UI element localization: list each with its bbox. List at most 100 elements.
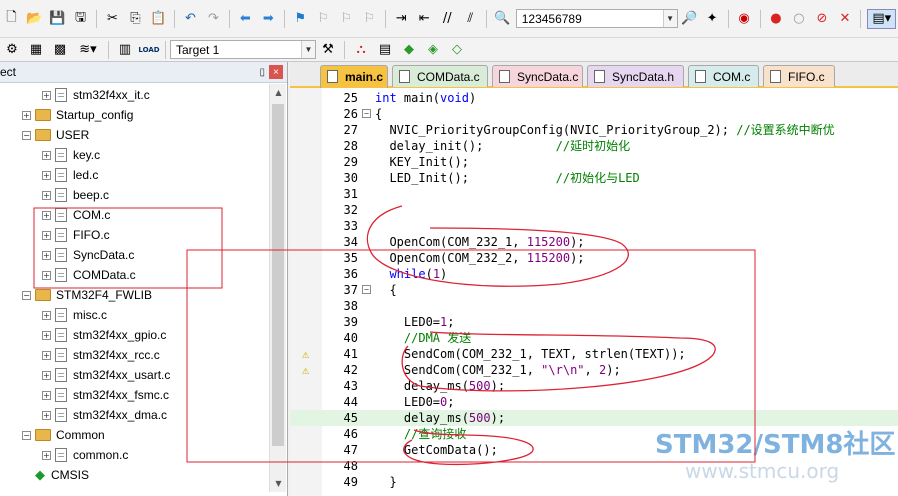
expand-toggle-icon[interactable]: + [42,390,51,400]
code-line[interactable]: 44 LED0=0; [290,394,898,410]
expand-toggle-icon[interactable]: + [42,150,51,160]
code-line[interactable]: 26−{ [290,106,898,122]
tree-item[interactable]: + COM.c [42,205,110,225]
tree-item[interactable]: + stm32f4xx_usart.c [42,365,170,385]
code-line[interactable]: 45 delay_ms(500); [290,410,898,426]
tree-item[interactable]: + stm32f4xx_it.c [42,85,150,105]
indent-icon[interactable]: ⇥ [392,9,411,29]
find-icon[interactable]: 🔎 [680,9,699,29]
load-icon[interactable]: LOAD [138,40,159,60]
window-layout-icon[interactable]: ▤▾ [867,8,897,29]
tree-item[interactable]: + stm32f4xx_gpio.c [42,325,166,345]
tree-item[interactable]: + key.c [42,145,100,165]
manage-runtime-icon[interactable]: ◇ [447,40,467,60]
code-line[interactable]: 38 [290,298,898,314]
paste-icon[interactable]: 📋 [149,9,168,29]
expand-toggle-icon[interactable]: + [42,170,51,180]
expand-toggle-icon[interactable]: + [42,90,51,100]
comment-icon[interactable]: // [438,9,457,29]
pack-installer-icon[interactable]: ◆ [399,40,419,60]
expand-toggle-icon[interactable]: + [42,270,51,280]
back-icon[interactable]: ⬅ [236,9,255,29]
expand-toggle-icon[interactable]: − [22,290,31,300]
build-icon[interactable]: ▦ [26,40,46,60]
fold-toggle-icon[interactable]: − [362,285,371,294]
breakpoint-icon[interactable]: ● [766,9,785,29]
tree-item[interactable]: + FIFO.c [42,225,110,245]
code-line[interactable]: 28 delay_init(); //延时初始化 [290,138,898,154]
find-in-files-icon[interactable]: 🔍 [493,9,512,29]
tree-item[interactable]: + stm32f4xx_fsmc.c [42,385,169,405]
editor-tab[interactable]: SyncData.h [587,65,684,87]
bookmark-icon[interactable]: ⚑ [291,9,310,29]
select-packs-icon[interactable]: ◈ [423,40,443,60]
chevron-down-icon[interactable]: ▼ [662,10,677,27]
manage-project-icon[interactable]: ⛬ [351,40,371,60]
editor-tab[interactable]: main.c [320,65,388,88]
expand-toggle-icon[interactable]: + [42,350,51,360]
code-line[interactable]: 25 int main(void) [290,90,898,106]
open-folder-icon[interactable]: 📂 [25,9,44,29]
chevron-down-icon[interactable]: ▼ [301,41,315,58]
incremental-find-icon[interactable]: ✦ [703,9,722,29]
tree-item[interactable]: ◆ CMSIS [22,465,89,485]
code-line[interactable]: 27 NVIC_PriorityGroupConfig(NVIC_Priorit… [290,122,898,138]
scroll-up-icon[interactable]: ▲ [270,84,287,101]
code-line[interactable]: ⚠ 41 SendCom(COM_232_1, TEXT, strlen(TEXT… [290,346,898,362]
code-line[interactable]: 35 OpenCom(COM_232_2, 115200); [290,250,898,266]
tree-item[interactable]: + led.c [42,165,98,185]
expand-toggle-icon[interactable]: − [22,130,31,140]
clear-bookmarks-icon[interactable]: ⚐ [360,9,379,29]
clear-breakpoints-icon[interactable]: ✕ [835,9,854,29]
batch-build-icon[interactable]: ≋▾ [74,40,102,60]
disable-breakpoint-icon[interactable]: ○ [789,9,808,29]
debug-icon[interactable]: ◉ [735,9,754,29]
project-scrollbar[interactable]: ▲ ▼ [269,84,286,492]
target-options-icon[interactable]: ⚒ [318,40,338,60]
code-line[interactable]: 36 while(1) [290,266,898,282]
expand-toggle-icon[interactable]: + [42,310,51,320]
tree-item[interactable]: + common.c [42,445,128,465]
expand-toggle-icon[interactable]: + [42,450,51,460]
cut-icon[interactable]: ✂ [103,9,122,29]
code-line[interactable]: 39 LED0=1; [290,314,898,330]
tree-item[interactable]: + beep.c [42,185,109,205]
target-combo[interactable]: Target 1 ▼ [170,40,316,59]
new-file-icon[interactable]: 🗋 [2,9,21,29]
tree-item[interactable]: + Startup_config [22,105,133,125]
tree-item[interactable]: + stm32f4xx_dma.c [42,405,167,425]
scroll-down-icon[interactable]: ▼ [270,475,287,492]
editor-tab[interactable]: FIFO.c [763,65,835,87]
expand-toggle-icon[interactable]: + [42,330,51,340]
translate-icon[interactable]: ⚙ [2,40,22,60]
save-all-icon[interactable]: 🖫 [71,9,90,29]
code-line[interactable]: 30 LED_Init(); //初始化与LED [290,170,898,186]
next-bookmark-icon[interactable]: ⚐ [337,9,356,29]
tree-item[interactable]: + misc.c [42,305,107,325]
tree-item[interactable]: − Common [22,425,105,445]
stop-build-icon[interactable]: ▥ [115,40,135,60]
uncomment-icon[interactable]: ⫽ [461,9,480,29]
tree-item[interactable]: + COMData.c [42,265,136,285]
expand-toggle-icon[interactable]: − [22,430,31,440]
expand-toggle-icon[interactable]: + [42,190,51,200]
fold-toggle-icon[interactable]: − [362,109,371,118]
expand-toggle-icon[interactable]: + [42,410,51,420]
code-line[interactable]: 43 delay_ms(500); [290,378,898,394]
file-extensions-icon[interactable]: ▤ [375,40,395,60]
expand-toggle-icon[interactable]: + [42,250,51,260]
tree-item[interactable]: − USER [22,125,89,145]
prev-bookmark-icon[interactable]: ⚐ [314,9,333,29]
expand-toggle-icon[interactable]: + [22,110,31,120]
expand-toggle-icon[interactable]: + [42,230,51,240]
code-line[interactable]: 29 KEY_Init(); [290,154,898,170]
editor-tab[interactable]: SyncData.c [492,65,583,87]
expand-toggle-icon[interactable]: + [42,210,51,220]
editor-tab[interactable]: COMData.c [392,65,488,87]
close-icon[interactable]: × [269,65,283,79]
redo-icon[interactable]: ↷ [204,9,223,29]
code-line[interactable]: 40 //DMA 发送 [290,330,898,346]
forward-icon[interactable]: ➡ [259,9,278,29]
tree-item[interactable]: − STM32F4_FWLIB [22,285,152,305]
scroll-thumb[interactable] [272,104,284,446]
